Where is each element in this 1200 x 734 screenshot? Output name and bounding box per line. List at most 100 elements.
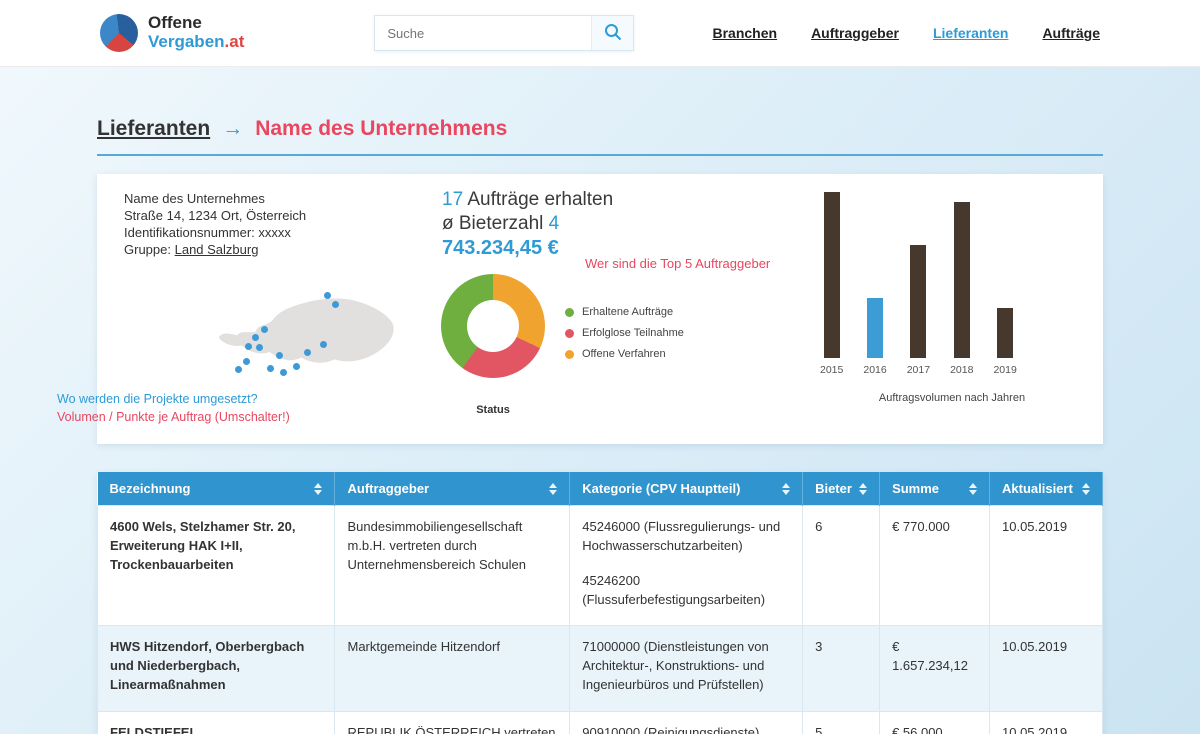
cpv-entry: 90910000 (Reinigungsdienste) bbox=[582, 724, 790, 734]
logo-pie-icon bbox=[100, 14, 138, 52]
nav-lieferanten[interactable]: Lieferanten bbox=[933, 25, 1008, 41]
bar-column: 2018 bbox=[950, 190, 973, 376]
map-question-hint: Wo werden die Projekte umgesetzt? bbox=[57, 392, 258, 406]
cell-auftraggeber: Marktgemeinde Hitzendorf bbox=[335, 626, 570, 712]
volume-bar-chart: 20152016201720182019 Auftragsvolumen nac… bbox=[792, 190, 1092, 404]
table-row[interactable]: FELDSTIEFEL (Rahmenabrufvertrag) für 202… bbox=[98, 711, 1103, 734]
orders-received-line: 17 Aufträge erhalten bbox=[442, 188, 613, 212]
legend-color-dot bbox=[565, 329, 574, 338]
cell-summe: € 56.000 bbox=[880, 711, 990, 734]
project-location-dot[interactable] bbox=[261, 326, 268, 333]
logo-line1: Offene bbox=[148, 13, 202, 32]
table-row[interactable]: HWS Hitzendorf, Oberbergbach und Niederb… bbox=[98, 626, 1103, 712]
cell-auftraggeber: Bundesimmobiliengesellschaft m.b.H. vert… bbox=[335, 506, 570, 626]
column-header-label: Aktualisiert bbox=[1002, 481, 1073, 496]
cell-aktualisiert: 10.05.2019 bbox=[990, 711, 1103, 734]
table-row[interactable]: 4600 Wels, Stelzhamer Str. 20, Erweiteru… bbox=[98, 506, 1103, 626]
bar-column: 2019 bbox=[993, 190, 1016, 376]
project-location-dot[interactable] bbox=[267, 365, 274, 372]
legend-color-dot bbox=[565, 308, 574, 317]
austria-map-shape bbox=[215, 256, 400, 411]
orders-count: 17 bbox=[442, 189, 463, 210]
project-location-dot[interactable] bbox=[304, 349, 311, 356]
bar-column: 2017 bbox=[907, 190, 930, 376]
project-location-dot[interactable] bbox=[293, 363, 300, 370]
column-header[interactable]: Aktualisiert bbox=[990, 472, 1103, 506]
cell-summe: € 770.000 bbox=[880, 506, 990, 626]
column-header[interactable]: Bieter bbox=[803, 472, 880, 506]
breadcrumb-parent-link[interactable]: Lieferanten bbox=[97, 117, 210, 141]
project-location-dot[interactable] bbox=[324, 292, 331, 299]
supplier-summary-card: Name des Unternehmes Straße 14, 1234 Ort… bbox=[97, 174, 1103, 444]
cell-bieter: 6 bbox=[803, 506, 880, 626]
bar[interactable] bbox=[910, 245, 926, 358]
cell-aktualisiert: 10.05.2019 bbox=[990, 506, 1103, 626]
company-address: Straße 14, 1234 Ort, Österreich bbox=[124, 207, 306, 224]
cell-kategorie: 45246000 (Flussregulierungs- und Hochwas… bbox=[570, 506, 803, 626]
project-location-dot[interactable] bbox=[252, 334, 259, 341]
project-location-dot[interactable] bbox=[332, 301, 339, 308]
status-legend: Erhaltene AufträgeErfolglose TeilnahmeOf… bbox=[565, 306, 684, 369]
bar-year-label: 2018 bbox=[950, 364, 973, 376]
column-header-label: Auftraggeber bbox=[347, 481, 429, 496]
bieter-line: ø Bieterzahl 4 bbox=[442, 212, 613, 236]
sort-icon[interactable] bbox=[1082, 483, 1090, 495]
project-location-dot[interactable] bbox=[280, 369, 287, 376]
cell-bieter: 3 bbox=[803, 626, 880, 712]
cell-bezeichnung: HWS Hitzendorf, Oberbergbach und Niederb… bbox=[98, 626, 335, 712]
legend-color-dot bbox=[565, 350, 574, 359]
bar[interactable] bbox=[997, 308, 1013, 358]
column-header[interactable]: Auftraggeber bbox=[335, 472, 570, 506]
cpv-entry: 71000000 (Dienstleistungen von Architekt… bbox=[582, 638, 790, 695]
bar-column: 2015 bbox=[820, 190, 843, 376]
cell-bieter: 5 bbox=[803, 711, 880, 734]
bar[interactable] bbox=[867, 298, 883, 358]
bar[interactable] bbox=[954, 202, 970, 358]
company-name: Name des Unternehmes bbox=[124, 190, 306, 207]
table-body: 4600 Wels, Stelzhamer Str. 20, Erweiteru… bbox=[98, 506, 1103, 734]
bar-year-label: 2017 bbox=[907, 364, 930, 376]
company-group-link[interactable]: Land Salzburg bbox=[175, 242, 259, 257]
top-bar: Offene Vergaben.at Branchen Auftraggeber… bbox=[0, 0, 1200, 67]
status-donut[interactable] bbox=[441, 274, 545, 378]
sort-icon[interactable] bbox=[549, 483, 557, 495]
sort-icon[interactable] bbox=[314, 483, 322, 495]
search-input[interactable] bbox=[375, 16, 591, 50]
column-header[interactable]: Bezeichnung bbox=[98, 472, 335, 506]
company-info: Name des Unternehmes Straße 14, 1234 Ort… bbox=[124, 190, 306, 258]
orders-label: Aufträge erhalten bbox=[467, 189, 613, 210]
bar-year-label: 2019 bbox=[993, 364, 1016, 376]
sort-icon[interactable] bbox=[969, 483, 977, 495]
sort-icon[interactable] bbox=[782, 483, 790, 495]
search-button[interactable] bbox=[591, 16, 633, 50]
main-nav: Branchen Auftraggeber Lieferanten Aufträ… bbox=[712, 25, 1100, 41]
site-logo[interactable]: Offene Vergaben.at bbox=[100, 14, 244, 52]
cpv-entry: 45246200 (Flussuferbefestigungsarbeiten) bbox=[582, 572, 790, 610]
austria-map bbox=[215, 256, 400, 411]
column-header[interactable]: Kategorie (CPV Hauptteil) bbox=[570, 472, 803, 506]
search-icon bbox=[604, 23, 622, 44]
logo-suffix: .at bbox=[225, 32, 245, 51]
table-header-row: Bezeichnung Auftraggeber Kategorie (CPV Ha… bbox=[98, 472, 1103, 506]
sort-icon[interactable] bbox=[859, 483, 867, 495]
nav-branchen[interactable]: Branchen bbox=[712, 25, 777, 41]
donut-hole bbox=[467, 300, 519, 352]
cell-aktualisiert: 10.05.2019 bbox=[990, 626, 1103, 712]
bar[interactable] bbox=[824, 192, 840, 358]
logo-text: Offene Vergaben.at bbox=[148, 14, 244, 51]
legend-item: Offene Verfahren bbox=[565, 348, 684, 360]
project-location-dot[interactable] bbox=[245, 343, 252, 350]
cell-bezeichnung: 4600 Wels, Stelzhamer Str. 20, Erweiteru… bbox=[98, 506, 335, 626]
bieter-label: ø Bieterzahl bbox=[442, 213, 543, 234]
column-header-label: Summe bbox=[892, 481, 939, 496]
bar-column: 2016 bbox=[863, 190, 886, 376]
column-header[interactable]: Summe bbox=[880, 472, 990, 506]
company-id: Identifikationsnummer: xxxxx bbox=[124, 224, 306, 241]
legend-label: Erfolglose Teilnahme bbox=[582, 327, 684, 339]
logo-line2: Vergaben bbox=[148, 32, 225, 51]
search-bar bbox=[374, 15, 634, 51]
nav-auftraggeber[interactable]: Auftraggeber bbox=[811, 25, 899, 41]
legend-item: Erfolglose Teilnahme bbox=[565, 327, 684, 339]
nav-auftraege[interactable]: Aufträge bbox=[1042, 25, 1100, 41]
page-title: Name des Unternehmens bbox=[255, 117, 507, 141]
